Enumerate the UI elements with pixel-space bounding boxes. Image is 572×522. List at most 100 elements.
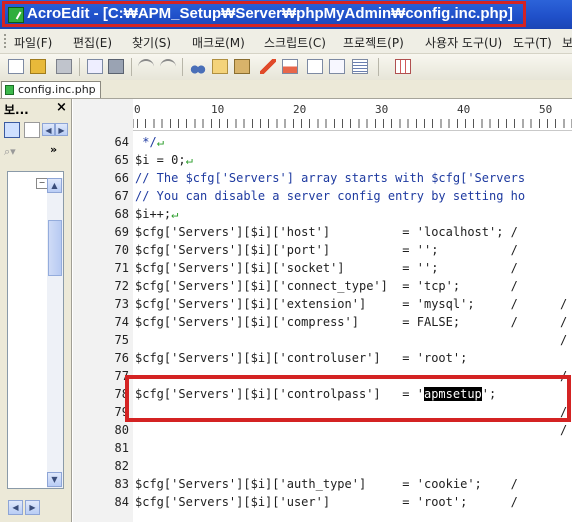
line-return-icon: ↵ [156, 135, 164, 149]
open-folder-icon[interactable] [30, 59, 46, 74]
menu-tools[interactable]: 도구(T) [513, 34, 552, 51]
line-code: $cfg['Servers'][$i]['controluser'] = 'ro… [135, 349, 467, 367]
code-text: $cfg['Servers'][$i]['controluser'] = 'ro… [135, 351, 468, 365]
ruler-label: 40 [457, 103, 471, 116]
code-line[interactable]: 76 $cfg['Servers'][$i]['controluser'] = '… [73, 349, 572, 367]
column-mode-icon[interactable] [395, 59, 411, 74]
ruler-label: 10 [211, 103, 225, 116]
list-icon[interactable] [352, 59, 368, 74]
line-number: 73 [114, 297, 129, 311]
line-code: $cfg['Servers'][$i]['auth_type'] = 'cook… [135, 475, 518, 493]
code-line[interactable]: 83 $cfg['Servers'][$i]['auth_type'] = 'co… [73, 475, 572, 493]
copy-icon[interactable] [212, 59, 228, 74]
code-line[interactable]: 81 [73, 439, 572, 457]
code-line[interactable]: 64 */↵ [73, 133, 572, 151]
line-code: */↵ [135, 133, 164, 151]
code-line[interactable]: 65 $i = 0;↵ [73, 151, 572, 169]
bookmark-icon[interactable] [329, 59, 345, 74]
vertical-scrollbar[interactable]: ▲ ▼ [47, 178, 63, 488]
title-bar: AcroEdit - [C:₩APM_Setup₩Server₩phpMyAdm… [0, 0, 572, 29]
code-text: $i++; [135, 207, 172, 221]
menu-file[interactable]: 파일(F) [14, 34, 52, 51]
code-line[interactable]: 66 // The $cfg['Servers'] array starts wi… [73, 169, 572, 187]
line-number: 75 [114, 333, 129, 347]
new-file-icon[interactable] [8, 59, 24, 74]
line-number: 79 [114, 405, 129, 419]
toolbar-separator [79, 58, 80, 76]
line-code: // You can disable a server config entry… [135, 187, 525, 205]
tab-label: config.inc.php [18, 83, 96, 96]
close-icon[interactable]: × [56, 100, 67, 115]
find-icon[interactable] [260, 59, 276, 74]
outline-tree[interactable]: − ▲ ▼ [7, 171, 64, 489]
scroll-left-icon[interactable]: ◀ [8, 500, 23, 515]
more-icon[interactable]: » [50, 143, 57, 156]
save-icon[interactable] [56, 59, 72, 74]
redo-icon[interactable] [160, 59, 176, 74]
print-icon[interactable] [108, 59, 124, 74]
menu-view[interactable]: 보 [562, 34, 572, 51]
menu-user-tools[interactable]: 사용자 도구(U) [425, 34, 502, 51]
code-line[interactable]: 80 / [73, 421, 572, 439]
code-line[interactable]: 75 / [73, 331, 572, 349]
menu-search[interactable]: 찾기(S) [132, 34, 171, 51]
code-line[interactable]: 67 // You can disable a server config ent… [73, 187, 572, 205]
line-code: // The $cfg['Servers'] array starts with… [135, 169, 525, 187]
side-panel: 보... × ◀ ▶ ⌕▾ » − ▲ ▼ ◀ ▶ [0, 99, 72, 522]
undo-icon[interactable] [138, 59, 154, 74]
comment-marker: / [560, 423, 568, 437]
line-code: $cfg['Servers'][$i]['user'] = 'root'; / [135, 493, 518, 511]
line-number: 77 [114, 369, 129, 383]
code-editor[interactable]: 0 10 20 30 40 50 64 */↵ 65 $i = 0;↵ 66// Th… [73, 99, 572, 522]
scroll-right-icon[interactable]: ▶ [25, 500, 40, 515]
code-text: // The $cfg['Servers'] array starts with… [135, 171, 526, 185]
code-line[interactable]: 72 $cfg['Servers'][$i]['connect_type'] = … [73, 277, 572, 295]
find-file-icon[interactable] [307, 59, 323, 74]
menu-macro[interactable]: 매크로(M) [192, 34, 245, 51]
search-panel-icon[interactable] [4, 122, 20, 138]
ruler-label: 0 [134, 103, 141, 116]
search-dropdown-icon[interactable]: ⌕▾ [4, 145, 16, 159]
replace-icon[interactable] [282, 59, 298, 74]
paste-icon[interactable] [234, 59, 250, 74]
print-preview-icon[interactable] [87, 59, 103, 74]
line-number: 83 [114, 477, 129, 491]
scroll-down-icon[interactable]: ▼ [47, 472, 62, 487]
outline-panel-icon[interactable] [24, 122, 40, 138]
code-line[interactable]: 74 $cfg['Servers'][$i]['compress'] = FALS… [73, 313, 572, 331]
scroll-up-icon[interactable]: ▲ [47, 178, 62, 193]
code-line[interactable]: 73 $cfg['Servers'][$i]['extension'] = 'my… [73, 295, 572, 313]
code-text: $cfg['Servers'][$i]['auth_type'] = 'cook… [135, 477, 518, 491]
toolbar-separator [378, 58, 379, 76]
menu-grip [4, 34, 9, 48]
code-text: $cfg['Servers'][$i]['socket'] = ''; / [135, 261, 518, 275]
menu-bar: 파일(F) 편집(E) 찾기(S) 매크로(M) 스크립트(C) 프로젝트(P)… [0, 29, 572, 54]
line-return-icon: ↵ [171, 207, 179, 221]
scrollbar-thumb[interactable] [48, 220, 62, 276]
php-file-icon [5, 85, 14, 95]
code-line[interactable]: 84 $cfg['Servers'][$i]['user'] = 'root'; … [73, 493, 572, 511]
line-number: 66 [114, 171, 129, 185]
menu-script[interactable]: 스크립트(C) [264, 34, 326, 51]
code-line[interactable]: 68 $i++;↵ [73, 205, 572, 223]
comment-marker: / [560, 333, 568, 347]
controlpass-highlight-box [125, 375, 571, 422]
code-text: $cfg['Servers'][$i]['connect_type'] = 't… [135, 279, 518, 293]
side-panel-header: 보... × [0, 99, 72, 119]
tab-config-inc-php[interactable]: config.inc.php [1, 81, 101, 98]
code-line[interactable]: 69 $cfg['Servers'][$i]['host'] = 'localho… [73, 223, 572, 241]
line-number: 64 [114, 135, 129, 149]
toolbar [0, 54, 572, 81]
line-code: $i++;↵ [135, 205, 178, 223]
menu-project[interactable]: 프로젝트(P) [343, 34, 404, 51]
code-text: $cfg['Servers'][$i]['compress'] = FALSE;… [135, 315, 518, 329]
chevron-right-icon[interactable]: ▶ [55, 123, 68, 136]
code-line[interactable]: 82 [73, 457, 572, 475]
line-number: 69 [114, 225, 129, 239]
code-line[interactable]: 70 $cfg['Servers'][$i]['port'] = ''; / [73, 241, 572, 259]
cut-icon[interactable] [190, 59, 206, 74]
menu-edit[interactable]: 편집(E) [73, 34, 112, 51]
code-line[interactable]: 71 $cfg['Servers'][$i]['socket'] = ''; / [73, 259, 572, 277]
line-number: 65 [114, 153, 129, 167]
chevron-left-icon[interactable]: ◀ [42, 123, 55, 136]
